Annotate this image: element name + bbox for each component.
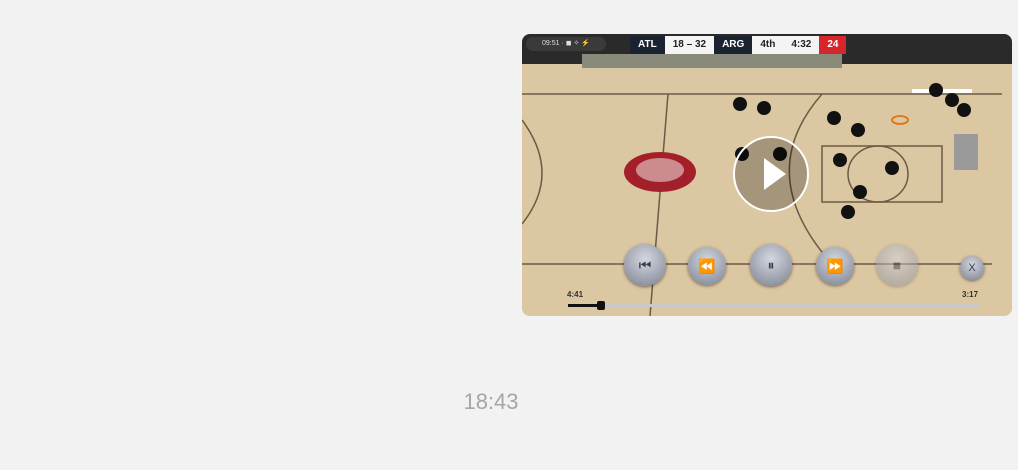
- game-clock: 4:32: [783, 36, 820, 54]
- scoreboard: ATL 18 – 32 ARG 4th 4:32 24: [630, 36, 847, 54]
- duration: 3:17: [962, 290, 979, 299]
- status-bar: 09:51 · ◼ ✧ ⚡: [526, 37, 606, 51]
- fast-forward-icon[interactable]: ⏩: [816, 247, 854, 285]
- shot-clock: 24: [819, 36, 847, 54]
- score: 18 – 32: [664, 36, 715, 54]
- message-timestamp: 18:43: [463, 389, 519, 414]
- home-team: ATL: [630, 36, 665, 54]
- progress-bar[interactable]: [568, 301, 980, 310]
- progress-handle[interactable]: [596, 301, 605, 310]
- play-button[interactable]: [733, 136, 809, 212]
- period: 4th: [752, 36, 784, 54]
- elapsed-time: 4:41: [567, 290, 584, 299]
- away-team: ARG: [714, 36, 753, 54]
- skip-back-icon[interactable]: ⏮: [624, 244, 666, 286]
- video-message[interactable]: 09:51 · ◼ ✧ ⚡ ATL 18 – 32 ARG 4th 4:32 2…: [522, 34, 1012, 316]
- close-icon[interactable]: X: [960, 256, 984, 280]
- pause-icon[interactable]: ⏸: [750, 244, 792, 286]
- stop-icon[interactable]: ■: [876, 244, 918, 286]
- rewind-icon[interactable]: ⏪: [688, 247, 726, 285]
